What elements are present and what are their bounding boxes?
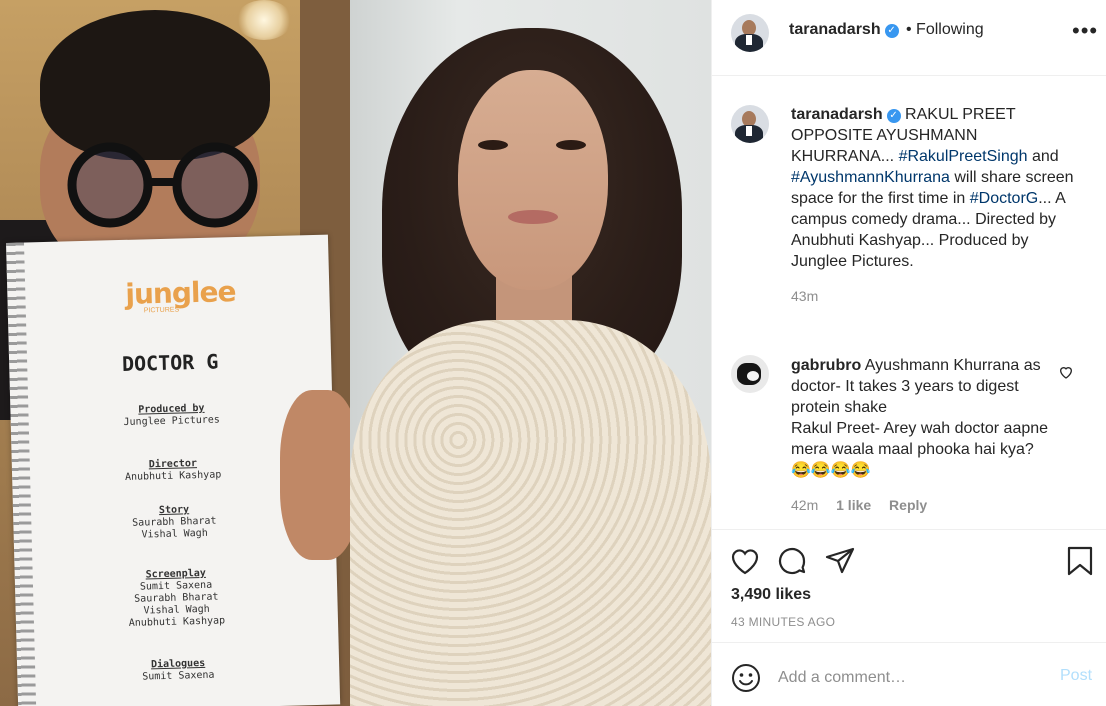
- photo-glasses: [67, 142, 258, 228]
- photo-eye: [556, 140, 586, 150]
- reply-button[interactable]: Reply: [889, 497, 927, 513]
- caption-author-avatar[interactable]: [731, 105, 769, 143]
- author-avatar[interactable]: [731, 14, 769, 52]
- header-username[interactable]: taranadarsh: [789, 21, 881, 38]
- comment-username[interactable]: gabrubro: [791, 357, 861, 374]
- post-media[interactable]: junglee PICTURES DOCTOR G Produced by Ju…: [0, 0, 711, 706]
- avatar-collar: [746, 126, 752, 136]
- comment: gabrubro Ayushmann Khurrana as doctor- I…: [791, 355, 1053, 481]
- post-actions: 3,490 likes 43 MINUTES AGO: [712, 531, 1106, 643]
- commenter-avatar[interactable]: [731, 355, 769, 393]
- photo-lips: [508, 210, 558, 224]
- caption-age[interactable]: 43m: [791, 286, 1081, 307]
- heart-icon[interactable]: [729, 545, 761, 577]
- comment-icon[interactable]: [776, 545, 808, 577]
- more-options-icon[interactable]: •••: [1072, 20, 1097, 42]
- photo-hand: [280, 390, 350, 560]
- comment-meta: 42m 1 like Reply: [791, 497, 941, 513]
- junglee-logo-sub: PICTURES: [143, 306, 180, 315]
- caption-username[interactable]: taranadarsh: [791, 106, 883, 123]
- comment-input[interactable]: [778, 665, 1038, 691]
- hashtag-link[interactable]: #DoctorG: [970, 190, 1038, 207]
- photo-lamp: [236, 0, 292, 40]
- photo-eye: [478, 140, 508, 150]
- junglee-logo: junglee: [124, 275, 236, 311]
- add-comment-bar: Post: [712, 644, 1106, 706]
- caption-text: and: [1032, 148, 1059, 165]
- post-side-panel: taranadarsh ✓ • Following ••• taranadarsh…: [711, 0, 1106, 706]
- photo-hair: [40, 10, 270, 160]
- post-button[interactable]: Post: [1060, 667, 1092, 685]
- comment-likes[interactable]: 1 like: [836, 497, 871, 513]
- likes-count[interactable]: 3,490 likes: [731, 586, 811, 604]
- post-timestamp[interactable]: 43 MINUTES AGO: [731, 615, 835, 629]
- photo-face: [458, 70, 608, 290]
- hashtag-link[interactable]: #AyushmannKhurrana: [791, 169, 950, 186]
- comment-like-icon[interactable]: [1058, 364, 1074, 380]
- verified-icon: ✓: [884, 24, 899, 38]
- photo-rakul-preet: [350, 0, 711, 706]
- share-icon[interactable]: [824, 545, 856, 577]
- verified-icon: ✓: [886, 109, 901, 123]
- post-header: taranadarsh ✓ • Following •••: [712, 0, 1106, 76]
- avatar-cat-patch: [747, 371, 759, 381]
- avatar-collar: [746, 35, 752, 45]
- comment-age[interactable]: 42m: [791, 497, 818, 513]
- photo-lace-top: [350, 320, 711, 706]
- header-username-row: taranadarsh ✓: [789, 21, 899, 39]
- post-caption: taranadarsh ✓ RAKUL PREET OPPOSITE AYUSHM…: [791, 104, 1081, 307]
- following-button[interactable]: • Following: [906, 21, 984, 39]
- script-title: DOCTOR G: [121, 349, 219, 376]
- hashtag-link[interactable]: #RakulPreetSingh: [899, 148, 1028, 165]
- bookmark-icon[interactable]: [1064, 545, 1096, 577]
- comments-section[interactable]: taranadarsh ✓ RAKUL PREET OPPOSITE AYUSHM…: [712, 77, 1106, 530]
- comment-text: Rakul Preet- Arey wah doctor aapne mera …: [791, 420, 1049, 479]
- emoji-icon[interactable]: [731, 663, 761, 693]
- photo-ayushmann-with-script: junglee PICTURES DOCTOR G Produced by Ju…: [0, 0, 350, 706]
